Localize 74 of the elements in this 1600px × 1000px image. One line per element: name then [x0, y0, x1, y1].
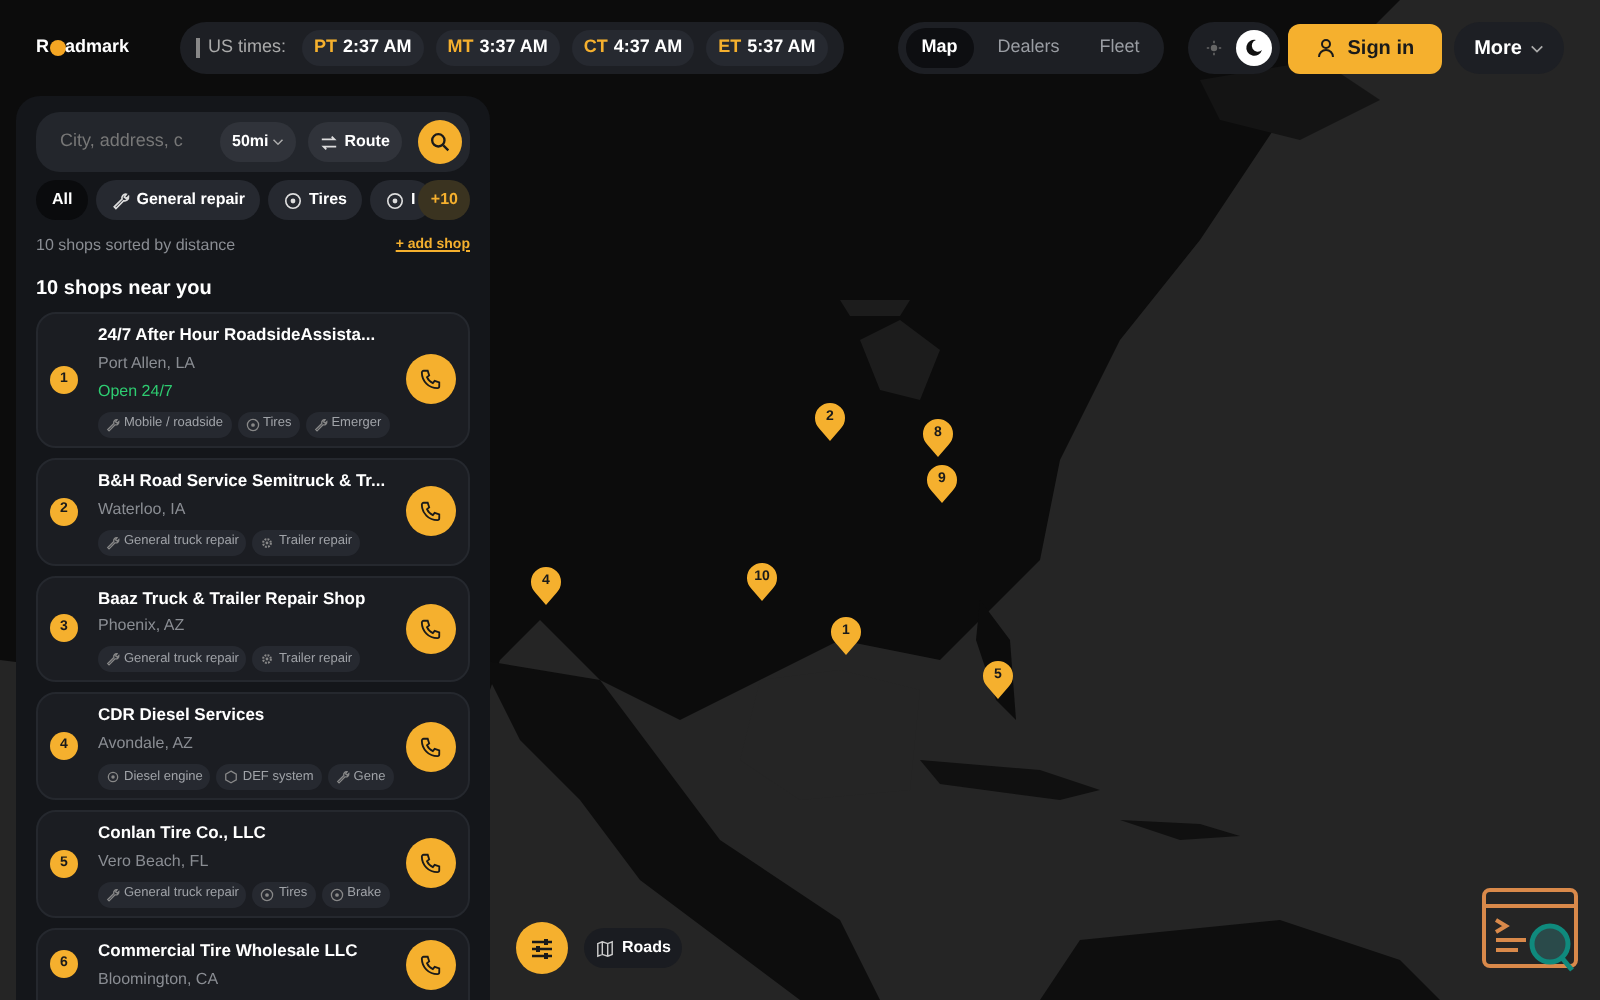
user-icon	[1315, 38, 1336, 58]
logo[interactable]: R admark	[36, 34, 176, 62]
filter-chip[interactable]: Tires	[268, 180, 363, 220]
shop-name: 24/7 After Hour RoadsideAssista...	[98, 322, 378, 348]
shop-location: Avondale, AZ	[98, 732, 195, 756]
target-icon	[260, 887, 275, 902]
gear-icon	[106, 770, 120, 784]
shop-name: Commercial Tire Wholesale LLC	[98, 937, 360, 963]
wrench-icon	[112, 191, 131, 209]
filter-chip[interactable]: All	[36, 180, 89, 220]
nav-tab[interactable]: Map	[905, 28, 974, 68]
gear-icon	[260, 535, 275, 549]
hexagon-icon	[224, 770, 239, 784]
search-button[interactable]	[417, 120, 462, 164]
wrench-icon	[106, 417, 120, 432]
target-icon	[245, 417, 259, 432]
us-times-label: US times:	[208, 34, 287, 61]
shop-location: Waterloo, IA	[98, 497, 188, 521]
call-button[interactable]	[406, 603, 456, 654]
radius-dropdown[interactable]: 50mi	[220, 122, 297, 162]
shop-name: Baaz Truck & Trailer Repair Shop	[98, 585, 368, 611]
phone-icon	[420, 852, 442, 875]
call-button[interactable]	[406, 354, 456, 405]
search-icon	[429, 132, 450, 152]
results-summary: 10 shops sorted by distance	[36, 234, 236, 258]
time-chip: ET 5:37 AM	[706, 30, 828, 66]
nav-tab[interactable]: Fleet	[1083, 28, 1156, 68]
time-chip: CT 4:37 AM	[571, 30, 695, 66]
chevron-down-icon	[272, 138, 285, 146]
shop-location: Phoenix, AZ	[98, 614, 187, 639]
phone-icon	[420, 368, 442, 391]
time-chip: PT 2:37 AM	[302, 30, 424, 66]
call-button[interactable]	[406, 838, 456, 889]
roads-layer-button[interactable]: Roads	[584, 928, 683, 968]
shop-name: CDR Diesel Services	[98, 702, 267, 728]
call-button[interactable]	[406, 721, 456, 772]
phone-icon	[420, 617, 442, 640]
more-menu[interactable]: More	[1454, 22, 1564, 74]
phone-icon	[420, 735, 442, 758]
wrench-icon	[106, 535, 120, 549]
sign-in-button[interactable]: Sign in	[1287, 23, 1443, 73]
map-icon	[596, 939, 614, 957]
results-heading: 10 shops near you	[36, 276, 214, 304]
call-button[interactable]	[406, 939, 456, 990]
nav-tab[interactable]: Dealers	[981, 28, 1076, 68]
phone-icon	[420, 953, 442, 976]
dark-mode-button[interactable]	[1235, 30, 1272, 66]
shop-location: Bloomington, CA	[98, 967, 221, 991]
wrench-icon	[335, 770, 350, 784]
chevron-down-icon	[1530, 43, 1544, 53]
search-field[interactable]: City, address, c	[60, 128, 212, 156]
open-hours: Open 24/7	[98, 379, 175, 404]
sun-icon	[1205, 40, 1222, 56]
wrench-icon	[106, 887, 120, 902]
call-button[interactable]	[406, 486, 456, 537]
route-button[interactable]: Route	[308, 122, 402, 162]
code-window-icon	[1482, 888, 1582, 976]
wrench-icon	[106, 652, 120, 667]
time-chip: MT 3:37 AM	[435, 30, 560, 66]
sliders-icon	[530, 937, 554, 959]
more-filters-chip[interactable]: +10	[418, 180, 470, 220]
target-icon	[386, 191, 405, 209]
shop-name: B&H Road Service Semitruck & Tr...	[98, 467, 388, 493]
shop-name: Conlan Tire Co., LLC	[98, 820, 268, 846]
target-icon	[284, 191, 303, 209]
shop-location: Port Allen, LA	[98, 351, 197, 376]
gear-icon	[260, 652, 275, 667]
filter-chip[interactable]: General repair	[96, 180, 261, 220]
target-icon	[329, 887, 344, 902]
shop-location: Vero Beach, FL	[98, 849, 211, 874]
phone-icon	[420, 500, 442, 523]
route-icon	[320, 133, 339, 151]
wrench-icon	[313, 417, 328, 432]
moon-icon	[1243, 38, 1264, 58]
